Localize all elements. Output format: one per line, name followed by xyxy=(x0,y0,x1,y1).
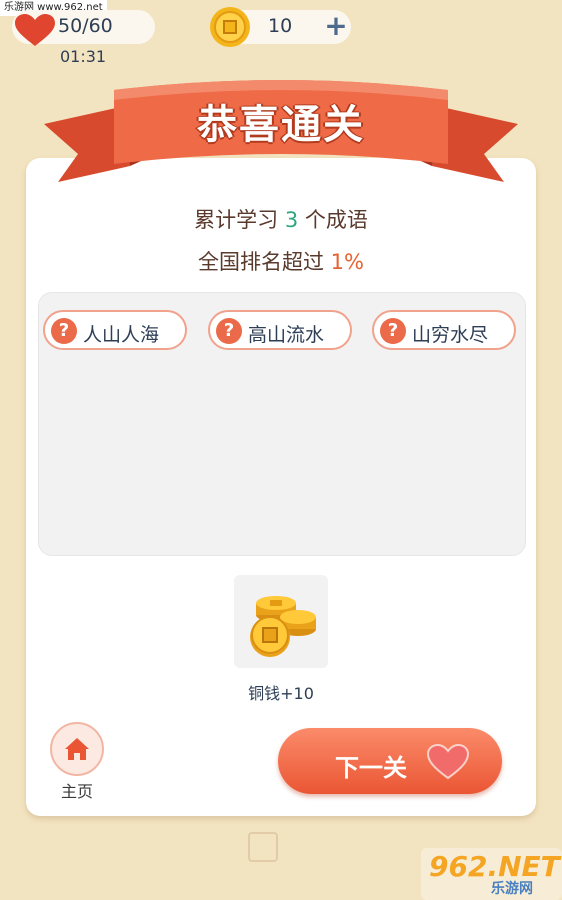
timer: 01:31 xyxy=(60,47,107,66)
learned-prefix: 累计学习 xyxy=(194,208,279,232)
idiom-chip[interactable]: ? 人山人海 xyxy=(43,310,187,350)
rank-prefix: 全国排名超过 xyxy=(197,250,324,274)
idiom-text: 山穷水尽 xyxy=(412,324,489,346)
background-decoration xyxy=(248,832,278,862)
reward-label: 铜钱+10 xyxy=(248,684,314,703)
idiom-chip[interactable]: ? 高山流水 xyxy=(208,310,352,350)
question-icon: ? xyxy=(380,318,406,344)
lives-count: 50/60 xyxy=(58,15,113,37)
learned-suffix: 个成语 xyxy=(304,208,368,232)
learned-count-line: 累计学习 3 个成语 xyxy=(0,204,562,234)
heart-icon xyxy=(426,744,470,780)
rank-line: 全国排名超过 1% xyxy=(0,246,562,276)
rank-value: 1% xyxy=(330,250,364,274)
idiom-chip[interactable]: ? 山穷水尽 xyxy=(372,310,516,350)
banner-title: 恭喜通关 xyxy=(197,102,365,148)
home-label: 主页 xyxy=(60,782,93,801)
reward-box xyxy=(234,575,328,668)
idiom-text: 人山人海 xyxy=(83,324,160,346)
watermark-logo: 962.NET 乐游网 xyxy=(421,848,562,900)
question-icon: ? xyxy=(51,318,77,344)
home-button[interactable] xyxy=(50,722,104,776)
learned-count: 3 xyxy=(284,208,299,232)
home-icon xyxy=(65,738,89,760)
idiom-text: 高山流水 xyxy=(248,324,325,346)
coins-count: 10 xyxy=(268,15,293,37)
coin-stack-icon xyxy=(250,596,316,657)
heart-icon xyxy=(15,14,55,46)
next-level-label: 下一关 xyxy=(335,754,407,782)
coin-icon xyxy=(210,7,250,47)
next-level-button[interactable]: 下一关 xyxy=(278,728,502,794)
question-icon: ? xyxy=(216,318,242,344)
add-coins-button[interactable]: + xyxy=(322,12,350,40)
background-decoration xyxy=(463,812,493,846)
watermark-logo-subtext: 乐游网 xyxy=(491,881,533,897)
